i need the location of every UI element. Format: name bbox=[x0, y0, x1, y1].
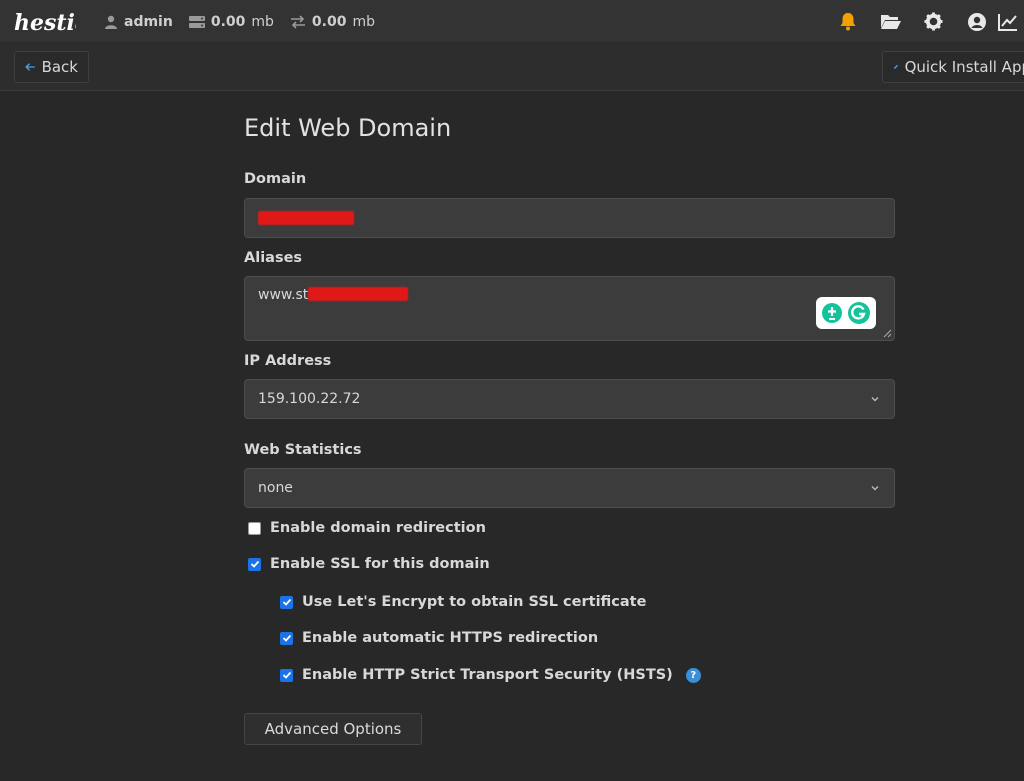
aliases-label: Aliases bbox=[244, 250, 303, 266]
bandwidth-stat: 0.00 mb bbox=[290, 14, 375, 30]
letsencrypt-checkbox[interactable] bbox=[280, 595, 293, 609]
toolbar: Back Quick Install App bbox=[0, 43, 1024, 91]
disk-usage-unit: mb bbox=[251, 13, 274, 30]
settings-button[interactable] bbox=[912, 0, 955, 43]
redacted-alias bbox=[308, 287, 409, 301]
back-label: Back bbox=[41, 58, 78, 76]
ssl-label: Enable SSL for this domain bbox=[270, 556, 490, 572]
hestia-logo[interactable]: hestia bbox=[14, 6, 76, 36]
web-statistics-value: none bbox=[258, 480, 293, 496]
grammarly-icon bbox=[848, 302, 870, 324]
notifications-button[interactable] bbox=[826, 0, 869, 43]
letsencrypt-option[interactable]: Use Let's Encrypt to obtain SSL certific… bbox=[280, 594, 646, 610]
account-stats: admin 0.00 mb 0.00 mb bbox=[104, 0, 375, 43]
redacted-domain bbox=[258, 211, 354, 225]
aliases-value: www.st bbox=[258, 287, 309, 303]
user-icon bbox=[105, 15, 117, 29]
account-button[interactable] bbox=[955, 0, 998, 43]
domain-redirection-checkbox[interactable] bbox=[248, 521, 261, 535]
back-button[interactable]: Back bbox=[14, 51, 89, 83]
https-redirect-checkbox[interactable] bbox=[280, 631, 293, 645]
bell-icon bbox=[840, 13, 855, 31]
https-redirect-option[interactable]: Enable automatic HTTPS redirection bbox=[280, 630, 598, 646]
resize-handle-icon[interactable] bbox=[883, 329, 892, 338]
check-icon bbox=[282, 634, 291, 642]
top-icons bbox=[826, 0, 1024, 43]
page-title: Edit Web Domain bbox=[244, 114, 452, 142]
web-statistics-select[interactable]: none bbox=[244, 468, 895, 508]
chevron-down-icon bbox=[871, 486, 879, 491]
ip-address-value: 159.100.22.72 bbox=[258, 391, 361, 407]
ip-address-select[interactable]: 159.100.22.72 bbox=[244, 379, 895, 419]
check-icon bbox=[250, 560, 259, 568]
statistics-button[interactable] bbox=[998, 0, 1024, 43]
user-circle-icon bbox=[967, 12, 986, 31]
ssl-checkbox[interactable] bbox=[248, 557, 261, 571]
disk-usage-value: 0.00 bbox=[210, 13, 246, 30]
ssl-option[interactable]: Enable SSL for this domain bbox=[248, 556, 490, 572]
hard-drive-icon bbox=[188, 15, 205, 28]
arrow-left-icon bbox=[25, 63, 35, 71]
file-manager-button[interactable] bbox=[869, 0, 912, 43]
domain-redirection-label: Enable domain redirection bbox=[270, 520, 486, 536]
domain-input[interactable] bbox=[244, 198, 895, 238]
username: admin bbox=[124, 13, 173, 30]
check-icon bbox=[282, 598, 291, 606]
transfer-arrows-icon bbox=[290, 14, 305, 29]
hsts-option[interactable]: Enable HTTP Strict Transport Security (H… bbox=[280, 667, 701, 683]
hsts-label: Enable HTTP Strict Transport Security (H… bbox=[302, 667, 673, 683]
https-redirect-label: Enable automatic HTTPS redirection bbox=[302, 630, 599, 646]
aliases-textarea[interactable]: www.st bbox=[244, 276, 895, 341]
folder-icon bbox=[880, 15, 901, 29]
quick-install-button[interactable]: Quick Install App bbox=[882, 51, 1024, 83]
bandwidth-unit: mb bbox=[352, 13, 375, 30]
user-stat[interactable]: admin bbox=[104, 14, 173, 30]
grammarly-widget[interactable] bbox=[816, 297, 876, 329]
svg-text:hestia: hestia bbox=[14, 10, 76, 36]
chart-icon bbox=[998, 13, 1017, 31]
quick-install-label: Quick Install App bbox=[904, 58, 1024, 76]
letsencrypt-label: Use Let's Encrypt to obtain SSL certific… bbox=[302, 594, 647, 610]
gear-icon bbox=[924, 12, 943, 31]
hsts-checkbox[interactable] bbox=[280, 668, 293, 682]
top-bar: hestia admin 0.00 mb 0.00 mb bbox=[0, 0, 1024, 43]
bandwidth-value: 0.00 bbox=[311, 13, 347, 30]
advanced-options-button[interactable]: Advanced Options bbox=[244, 713, 422, 745]
lightbulb-icon bbox=[822, 303, 842, 323]
domain-redirection-option[interactable]: Enable domain redirection bbox=[248, 520, 486, 536]
disk-stat: 0.00 mb bbox=[188, 13, 274, 30]
pencil-icon bbox=[893, 64, 898, 69]
check-icon bbox=[282, 671, 291, 679]
help-icon[interactable]: ? bbox=[685, 667, 701, 683]
domain-label: Domain bbox=[244, 171, 307, 187]
ip-address-label: IP Address bbox=[244, 353, 332, 369]
web-statistics-label: Web Statistics bbox=[244, 442, 362, 458]
chevron-down-icon bbox=[871, 397, 879, 402]
